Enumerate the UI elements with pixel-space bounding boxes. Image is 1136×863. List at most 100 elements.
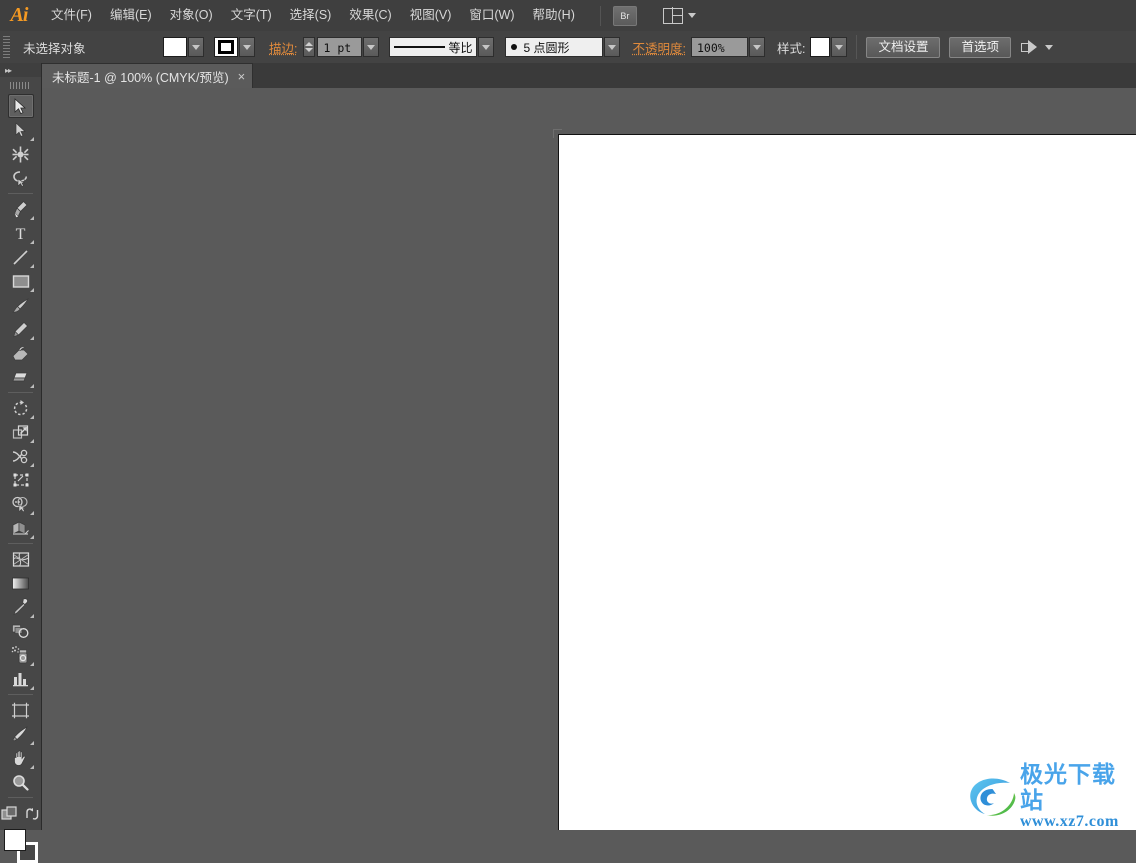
- tool-magic-wand[interactable]: [8, 142, 34, 166]
- swap-fill-stroke-icon[interactable]: [25, 807, 40, 821]
- shape-builder-icon: [12, 496, 28, 512]
- default-fill-stroke-icon[interactable]: [1, 806, 18, 822]
- tool-eraser[interactable]: [8, 365, 34, 389]
- menu-object[interactable]: 对象(O): [161, 1, 222, 30]
- perspective-grid-icon: [12, 520, 29, 535]
- tool-hand[interactable]: [8, 746, 34, 770]
- paintbrush-icon: [12, 297, 29, 312]
- tool-hidden-indicator-icon: [29, 765, 34, 769]
- artboard[interactable]: [558, 134, 1136, 830]
- tool-paintbrush[interactable]: [8, 293, 34, 317]
- document-tab-bar: 未标题-1 @ 100% (CMYK/预览) ×: [0, 63, 1136, 89]
- fill-stroke-indicator[interactable]: [3, 829, 38, 863]
- tool-hidden-indicator-icon: [29, 288, 34, 292]
- tool-hidden-indicator-icon: [29, 336, 34, 340]
- tool-free-transform[interactable]: [8, 468, 34, 492]
- menu-file[interactable]: 文件(F): [42, 1, 101, 30]
- tool-gradient[interactable]: [8, 571, 34, 595]
- preferences-button[interactable]: 首选项: [949, 36, 1011, 58]
- menu-select[interactable]: 选择(S): [281, 1, 341, 30]
- opacity-input[interactable]: 100%: [690, 37, 748, 57]
- stepper-down-icon[interactable]: [305, 48, 314, 52]
- stepper-up-icon[interactable]: [305, 42, 314, 46]
- tool-rectangle[interactable]: [8, 269, 34, 293]
- stroke-color-swatch[interactable]: [214, 37, 238, 57]
- menu-help[interactable]: 帮助(H): [524, 1, 584, 30]
- tool-type[interactable]: T: [8, 221, 34, 245]
- menu-items: 文件(F) 编辑(E) 对象(O) 文字(T) 选择(S) 效果(C) 视图(V…: [42, 0, 584, 31]
- pencil-icon: [13, 321, 28, 337]
- tool-artboard[interactable]: [8, 698, 34, 722]
- tool-group-divider: [8, 694, 33, 695]
- tool-pen[interactable]: [8, 197, 34, 221]
- stroke-weight-stepper[interactable]: [303, 37, 316, 57]
- chevron-down-icon: [482, 44, 491, 50]
- stroke-weight-input[interactable]: 1 pt: [317, 37, 363, 57]
- document-setup-button[interactable]: 文档设置: [866, 36, 941, 58]
- stroke-profile-preview-icon: [394, 46, 446, 48]
- tool-zoom[interactable]: [8, 770, 34, 794]
- tool-selection[interactable]: [7, 94, 34, 118]
- stroke-weight-dropdown[interactable]: [363, 37, 380, 57]
- pen-icon: [14, 200, 28, 218]
- stroke-weight-label[interactable]: 描边:: [269, 38, 297, 57]
- close-icon[interactable]: ×: [238, 70, 246, 83]
- brush-definition-select[interactable]: 5 点圆形: [505, 37, 604, 57]
- tool-blob-brush[interactable]: [8, 341, 34, 365]
- eyedropper-icon: [13, 598, 28, 616]
- stroke-profile-select[interactable]: 等比: [389, 37, 478, 57]
- menu-type[interactable]: 文字(T): [222, 1, 281, 30]
- tools-panel-collapse-button[interactable]: ▸▸: [0, 63, 41, 77]
- tool-direct-selection[interactable]: [8, 118, 34, 142]
- control-bar-grip[interactable]: [3, 36, 10, 58]
- column-graph-icon: [12, 673, 28, 687]
- tool-width[interactable]: [8, 444, 34, 468]
- tool-blend[interactable]: [8, 619, 34, 643]
- tool-hidden-indicator-icon: [29, 264, 34, 268]
- tools-panel-grip[interactable]: [10, 79, 31, 91]
- graphic-style-swatch[interactable]: [810, 37, 831, 57]
- menu-effect[interactable]: 效果(C): [340, 1, 400, 30]
- tool-shape-builder[interactable]: [8, 492, 34, 516]
- line-segment-icon: [13, 249, 28, 265]
- tool-mesh[interactable]: [8, 547, 34, 571]
- stroke-profile-dropdown[interactable]: [478, 37, 495, 57]
- menu-view[interactable]: 视图(V): [401, 1, 461, 30]
- fill-swatch-group[interactable]: [163, 37, 204, 57]
- menu-window[interactable]: 窗口(W): [460, 1, 523, 30]
- tool-lasso[interactable]: [8, 166, 34, 190]
- brush-definition-dropdown[interactable]: [604, 37, 621, 57]
- tool-pencil[interactable]: [8, 317, 34, 341]
- tool-hidden-indicator-icon: [29, 535, 34, 539]
- tool-column-graph[interactable]: [8, 667, 34, 691]
- tool-hidden-indicator-icon: [29, 240, 34, 244]
- zoom-magnifier-icon: [13, 774, 29, 791]
- align-object-icon[interactable]: [1020, 40, 1040, 54]
- menu-edit[interactable]: 编辑(E): [101, 1, 161, 30]
- bridge-icon[interactable]: Br: [612, 5, 637, 26]
- tool-rotate[interactable]: [8, 396, 34, 420]
- document-tab[interactable]: 未标题-1 @ 100% (CMYK/预览) ×: [41, 63, 254, 88]
- opacity-label[interactable]: 不透明度:: [632, 38, 685, 57]
- graphic-style-dropdown[interactable]: [831, 37, 848, 57]
- tool-slice[interactable]: [8, 722, 34, 746]
- tool-line-segment[interactable]: [8, 245, 34, 269]
- opacity-dropdown[interactable]: [748, 37, 765, 57]
- canvas-area[interactable]: 极光下载站 www.xz7.com: [41, 88, 1136, 830]
- tool-hidden-indicator-icon: [29, 662, 34, 666]
- align-dropdown-chevron-icon[interactable]: [1044, 44, 1053, 50]
- toolbar-fill-swatch[interactable]: [3, 829, 26, 851]
- tool-perspective-grid[interactable]: [8, 516, 34, 540]
- stroke-dropdown-button[interactable]: [239, 37, 255, 57]
- fill-color-swatch[interactable]: [163, 37, 187, 57]
- brush-definition-label: 5 点圆形: [523, 40, 570, 55]
- tool-hidden-indicator-icon: [29, 511, 34, 515]
- stroke-swatch-group[interactable]: [214, 37, 255, 57]
- tool-hidden-indicator-icon: [29, 384, 34, 388]
- tool-symbol-sprayer[interactable]: [8, 643, 34, 667]
- fill-dropdown-button[interactable]: [188, 37, 204, 57]
- workspace-switcher[interactable]: [662, 7, 696, 24]
- menubar-divider: [599, 5, 601, 26]
- tool-scale[interactable]: [8, 420, 34, 444]
- tool-eyedropper[interactable]: [8, 595, 34, 619]
